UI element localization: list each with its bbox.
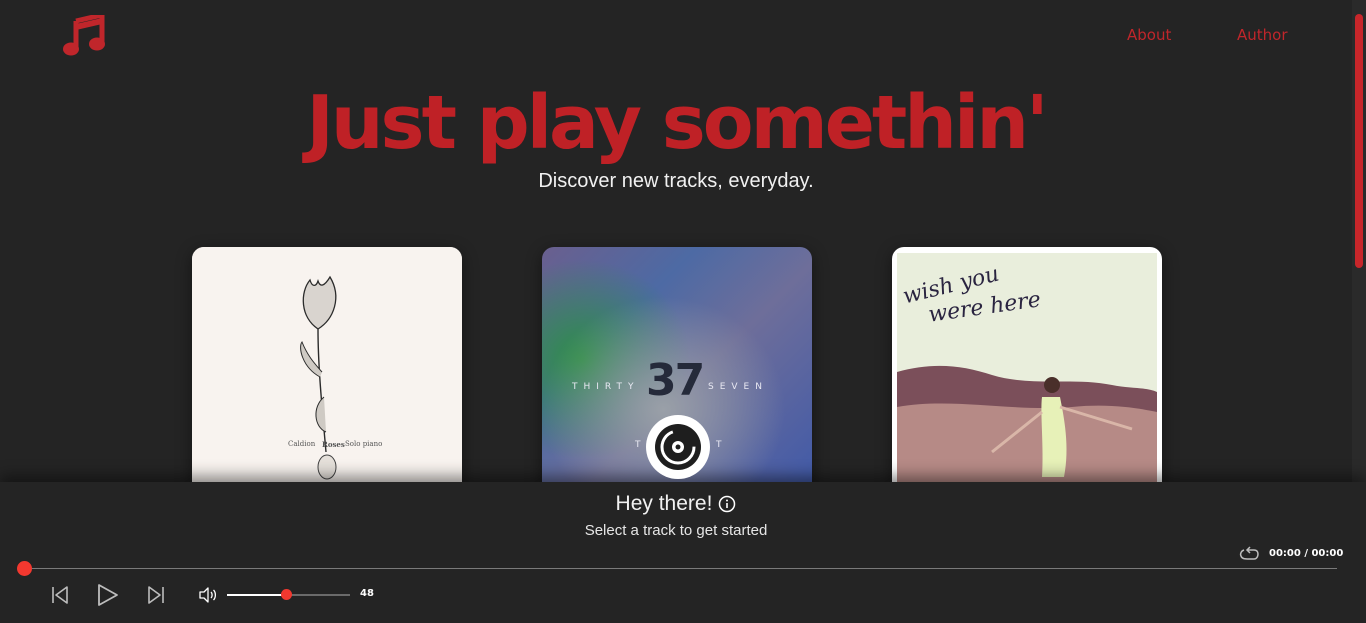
next-track-icon[interactable] — [146, 585, 166, 605]
seek-thumb[interactable] — [16, 561, 32, 576]
disc-play-button[interactable] — [646, 415, 710, 479]
tulip-artwork — [192, 247, 462, 497]
album-cover-number: 37 — [646, 355, 705, 406]
nav-about-link[interactable]: About — [1127, 26, 1171, 44]
player-subheading: Select a track to get started — [584, 522, 768, 539]
album-cover-text-seven: SEVEN — [708, 382, 768, 392]
volume-slider[interactable] — [227, 589, 350, 600]
player-bar: Hey there! Select a track to get started… — [0, 482, 1366, 623]
album-cover-text-thirty: THIRTY — [572, 382, 640, 392]
time-readout: 00:00 / 00:00 — [1269, 548, 1344, 559]
previous-track-icon[interactable] — [50, 585, 70, 605]
volume-thumb[interactable] — [280, 589, 292, 600]
album-cover-letter-left: T — [635, 440, 641, 450]
volume-value: 48 — [360, 588, 374, 599]
top-nav: About Author — [0, 26, 1366, 46]
volume-icon[interactable] — [199, 587, 217, 603]
player-heading: Hey there! — [0, 492, 1352, 516]
info-icon[interactable] — [718, 495, 736, 513]
disc-icon — [655, 424, 701, 470]
album-cover-letter-right: T — [716, 440, 722, 450]
album-card-roses[interactable]: Caldion Roses Solo piano — [192, 247, 462, 497]
volume-fill — [227, 594, 287, 596]
hero-subtitle: Discover new tracks, everyday. — [538, 170, 814, 192]
play-icon[interactable] — [95, 582, 121, 608]
scrollbar-thumb[interactable] — [1355, 14, 1363, 268]
album-card-wish-you-were-here[interactable]: wish you were here — [892, 247, 1162, 497]
player-heading-text: Hey there! — [615, 492, 713, 515]
repeat-icon[interactable] — [1239, 545, 1259, 561]
page: About Author Just play somethin' Discove… — [0, 0, 1366, 623]
album-title: Roses — [322, 440, 345, 449]
nav-author-link[interactable]: Author — [1237, 26, 1288, 44]
album-subtitle: Solo piano — [345, 440, 383, 448]
hero-title: Just play somethin' — [306, 80, 1048, 166]
album-artist: Caldion — [288, 440, 316, 448]
seek-bar[interactable] — [24, 568, 1337, 569]
